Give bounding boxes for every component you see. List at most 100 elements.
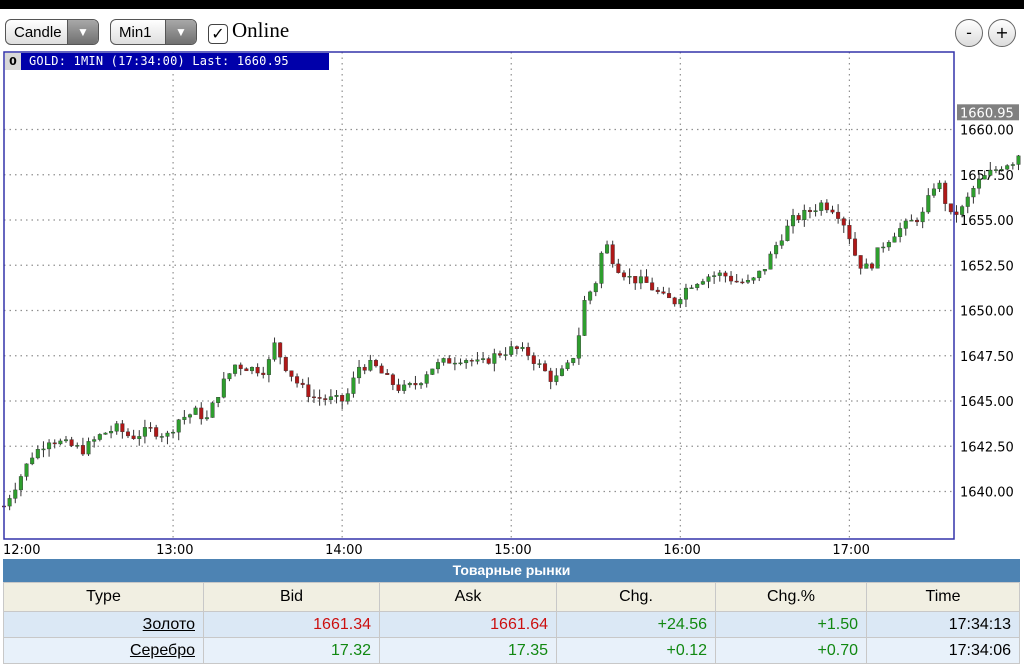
chart-background [2, 50, 1022, 557]
candle-body [35, 449, 40, 459]
instrument-link[interactable]: Серебро [130, 642, 195, 659]
candle-body [858, 255, 863, 269]
time-cell: 17:34:06 [866, 637, 1020, 664]
candle-body [960, 206, 965, 215]
candle-body [723, 272, 728, 277]
candle-body [216, 396, 221, 403]
zoom-in-button[interactable]: + [988, 19, 1016, 47]
candle-body [926, 195, 931, 213]
last-price-label: 1660.95 [960, 106, 1014, 121]
online-label: Online [232, 18, 290, 42]
candle-body [396, 384, 401, 391]
chg-pct-cell: +1.50 [715, 611, 867, 638]
candle-body [757, 270, 762, 279]
candle-body [373, 360, 378, 367]
table-row: Золото 1661.34 1661.64 +24.56 +1.50 17:3… [3, 611, 1020, 638]
candle-body [548, 370, 553, 382]
candle-body [114, 423, 119, 432]
y-tick-label: 1640.00 [960, 486, 1014, 501]
candle-body [266, 359, 271, 375]
candle-body [605, 244, 610, 254]
candle-body [80, 445, 85, 455]
candle-body [199, 407, 204, 420]
candle-body [447, 358, 452, 364]
candle-body [249, 366, 254, 372]
candle-body [706, 276, 711, 282]
candle-body [509, 346, 514, 355]
col-header-time: Time [866, 582, 1020, 612]
candle-body [238, 364, 243, 369]
candle-body [729, 275, 734, 282]
chg-pct-cell: +0.70 [715, 637, 867, 664]
candle-body [633, 276, 638, 284]
price-chart[interactable]: 1640.00 1642.50 1645.00 1647.50 1650.00 1652.… [2, 50, 1022, 557]
candle-body [283, 356, 288, 371]
candle-body [599, 252, 604, 284]
candle-body [593, 283, 598, 293]
x-tick-label: 15:00 [494, 543, 531, 557]
online-checkbox[interactable]: ✓ Online [208, 18, 289, 44]
candle-body [311, 396, 316, 399]
candle-body [24, 463, 29, 477]
instrument-link[interactable]: Золото [143, 616, 195, 633]
candle-body [233, 364, 238, 374]
candle-body [441, 358, 446, 363]
time-cell: 17:34:13 [866, 611, 1020, 638]
candle-body [97, 434, 102, 440]
chart-info-text: GOLD: 1MIN (17:34:00) Last: 1660.95 [29, 54, 289, 68]
candle-body [1005, 165, 1010, 170]
interval-select[interactable]: Min1 ▼ [110, 19, 197, 45]
candle-body [458, 362, 463, 365]
x-tick-label: 14:00 [325, 543, 362, 557]
candle-body [881, 246, 886, 249]
y-tick-label: 1655.00 [960, 214, 1014, 229]
candle-body [86, 441, 91, 455]
candle-body [390, 374, 395, 385]
candle-body [582, 300, 587, 336]
col-header-bid: Bid [203, 582, 380, 612]
candle-body [142, 427, 147, 437]
zoom-out-button[interactable]: - [955, 19, 983, 47]
candle-body [92, 439, 97, 442]
candle-body [58, 440, 63, 445]
candle-body [791, 215, 796, 227]
candle-body [41, 448, 46, 451]
candle-body [543, 363, 548, 372]
candle-body [379, 365, 384, 374]
bid-cell: 17.32 [203, 637, 380, 664]
candle-body [678, 299, 683, 305]
chart-type-select[interactable]: Candle ▼ [5, 19, 99, 45]
candle-body [954, 211, 959, 215]
candle-body [407, 383, 412, 386]
candle-body [785, 225, 790, 241]
candle-body [362, 366, 367, 371]
candle-body [193, 407, 198, 415]
candle-body [492, 353, 497, 364]
candle-body [610, 244, 615, 265]
candle-body [486, 358, 491, 364]
candle-body [475, 359, 480, 362]
candle-body [807, 209, 812, 213]
candle-body [655, 289, 660, 292]
col-header-chg: Chg. [556, 582, 716, 612]
checkmark-icon: ✓ [208, 24, 228, 44]
interval-value: Min1 [119, 24, 152, 41]
candle-body [109, 430, 114, 434]
candle-body [824, 202, 829, 211]
y-tick-label: 1650.00 [960, 305, 1014, 320]
candle-body [971, 188, 976, 198]
candle-body [514, 346, 519, 349]
candle-body [650, 282, 655, 291]
candle-body [869, 263, 874, 269]
candle-body [159, 436, 164, 438]
col-header-type: Type [3, 582, 204, 612]
y-tick-label: 1657.50 [960, 169, 1014, 184]
col-header-ask: Ask [379, 582, 557, 612]
candle-body [154, 427, 159, 437]
top-black-bar [0, 0, 1024, 9]
candle-body [683, 287, 688, 300]
candle-body [171, 431, 176, 434]
candle-body [931, 188, 936, 196]
x-tick-label: 17:00 [832, 543, 869, 557]
candle-body [13, 489, 18, 499]
